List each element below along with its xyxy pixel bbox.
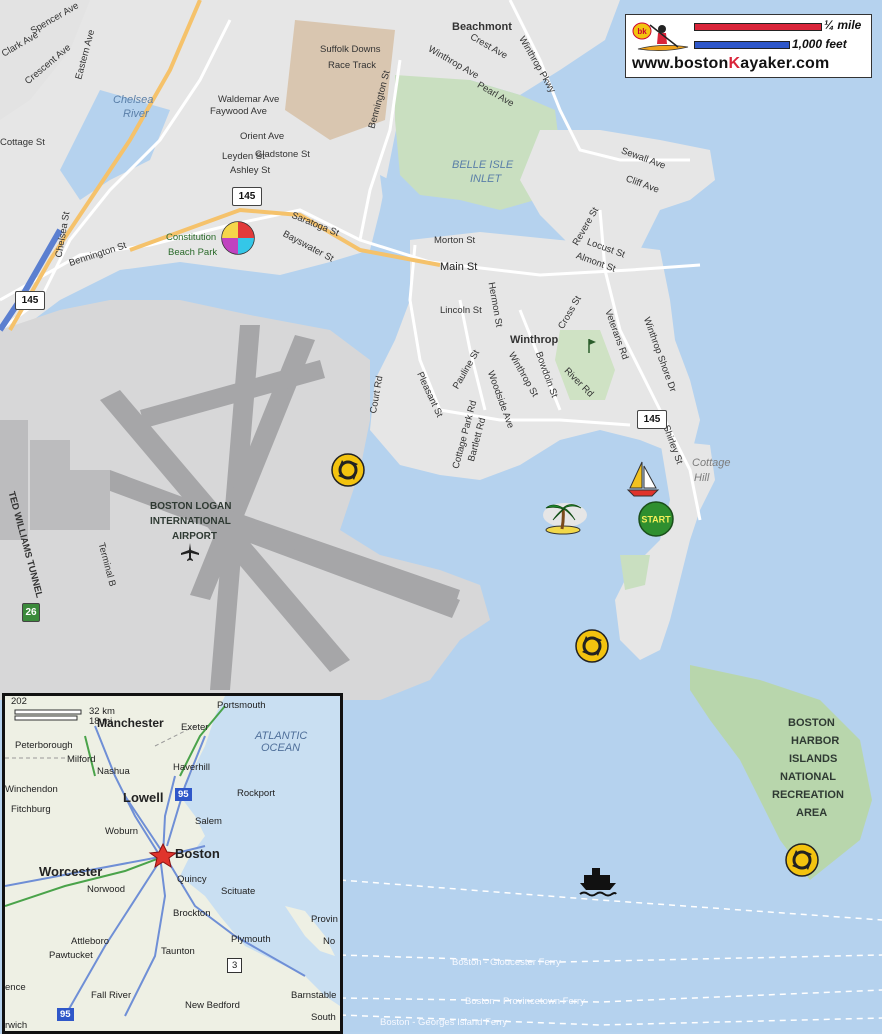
url-prefix: www.boston	[632, 55, 729, 72]
inset-route-3: 3	[227, 958, 243, 973]
inset-haverhill: Haverhill	[173, 762, 210, 773]
url-suffix: ayaker.com	[740, 55, 830, 72]
inset-atlantic: ATLANTIC	[255, 730, 308, 742]
route-145-shield: 145	[637, 410, 667, 429]
roundabout-icon[interactable]	[330, 452, 366, 488]
inset-portsmouth: Portsmouth	[217, 700, 266, 711]
street-waldemar: Waldemar Ave	[218, 94, 280, 105]
water-inlet: INLET	[470, 173, 502, 185]
street-morton: Morton St	[434, 235, 476, 246]
inset-winchendon: Winchendon	[5, 784, 58, 795]
logo-badge: bk	[637, 27, 647, 36]
scale-bar-mile	[694, 23, 822, 31]
inset-plymouth: Plymouth	[231, 934, 271, 945]
bostonkayaker-logo[interactable]: bk ¼ mile 1,000 feet www.bostonKayaker.c…	[625, 14, 872, 78]
inset-provin: Provin	[311, 914, 338, 925]
logo-url[interactable]: www.bostonKayaker.com	[632, 55, 829, 73]
water-chelsea: Chelsea	[113, 94, 154, 106]
inset-salem: Salem	[195, 816, 222, 827]
water-belle-isle: BELLE ISLE	[452, 159, 514, 171]
golf-flag-icon	[588, 339, 596, 353]
inset-route-95b: 95	[57, 1008, 74, 1021]
inset-manchester: Manchester	[97, 716, 164, 730]
inset-ence: ence	[5, 982, 26, 993]
street-ashley: Ashley St	[230, 165, 271, 176]
url-k: K	[728, 55, 741, 72]
start-marker[interactable]: START	[637, 500, 675, 538]
park-label-2: HARBOR	[791, 735, 840, 747]
roundabout-icon[interactable]	[574, 628, 610, 664]
place-constitution: Constitution	[166, 232, 217, 243]
inset-nashua: Nashua	[97, 766, 130, 777]
inset-peterborough: Peterborough	[15, 740, 73, 751]
inset-route-202: 202	[11, 696, 27, 707]
inset-quincy: Quincy	[177, 874, 207, 885]
inset-pawtucket: Pawtucket	[49, 950, 93, 961]
street-faywood: Faywood Ave	[210, 106, 267, 117]
inset-worcester: Worcester	[39, 864, 103, 879]
kayaker-icon: bk	[632, 22, 689, 51]
park-label-1: BOSTON	[788, 717, 835, 729]
place-suffolk-downs: Suffolk Downs	[320, 44, 381, 55]
place-cottage: Cottage	[692, 457, 731, 469]
inset-fitchburg: Fitchburg	[11, 804, 51, 815]
place-hill: Hill	[694, 472, 710, 484]
inset-taunton: Taunton	[161, 946, 195, 957]
inset-locator-map[interactable]: 32 km 18 mi 202 Portsmouth Manchester Ex…	[2, 693, 343, 1034]
beach-ball-icon[interactable]	[220, 220, 256, 256]
inset-rwich: rwich	[5, 1020, 28, 1031]
inset-ocean: OCEAN	[261, 742, 301, 754]
place-winthrop: Winthrop	[510, 334, 559, 346]
street-main: Main St	[440, 261, 478, 273]
inset-fall-river: Fall River	[91, 990, 132, 1001]
water-river: River	[123, 108, 149, 120]
inset-brockton: Brockton	[173, 908, 211, 919]
sailboat-icon[interactable]	[626, 460, 660, 498]
park-label-5: RECREATION	[772, 789, 844, 801]
inset-scituate: Scituate	[221, 886, 256, 897]
airport-label-1: BOSTON LOGAN	[150, 501, 232, 512]
inset-norwood: Norwood	[87, 884, 126, 895]
inset-no: No	[323, 936, 336, 947]
inset-south: South	[311, 1012, 336, 1023]
ferry-label-georges: Boston - Georges Island Ferry	[380, 1017, 508, 1028]
route-145-shield: 145	[232, 187, 262, 206]
inset-route-95a: 95	[175, 788, 192, 801]
scale-mile-label: ¼ mile	[824, 18, 862, 32]
route-145-shield: 145	[15, 291, 45, 310]
route-26-shield: 26	[22, 603, 40, 622]
airport-label-2: INTERNATIONAL	[150, 516, 231, 527]
palm-island-icon[interactable]	[543, 496, 583, 536]
inset-boston: Boston	[175, 846, 220, 861]
street-orient: Orient Ave	[240, 131, 285, 142]
inset-attleboro: Attleboro	[71, 936, 110, 947]
ferry-label-gloucester: Boston - Gloucester Ferry	[452, 957, 561, 968]
park-label-3: ISLANDS	[789, 753, 838, 765]
scale-bar-feet	[694, 41, 790, 49]
inset-woburn: Woburn	[105, 826, 139, 837]
street-lincoln: Lincoln St	[440, 305, 482, 316]
park-label-6: AREA	[796, 807, 828, 819]
street-cottage: Cottage St	[0, 137, 45, 148]
start-label: START	[641, 515, 671, 525]
ferry-label-provincetown: Boston - Provincetown Ferry	[465, 996, 585, 1007]
scale-feet-label: 1,000 feet	[792, 37, 847, 51]
inset-milford: Milford	[67, 754, 96, 765]
inset-rockport: Rockport	[237, 788, 276, 799]
ferry-icon[interactable]	[578, 866, 618, 898]
inset-barnstable: Barnstable	[291, 990, 337, 1001]
place-beachmont: Beachmont	[452, 21, 512, 33]
roundabout-icon[interactable]	[784, 842, 820, 878]
inset-lowell: Lowell	[123, 790, 164, 805]
park-label-4: NATIONAL	[780, 771, 837, 783]
place-race-track: Race Track	[328, 60, 377, 71]
street-leyden: Leyden St	[222, 151, 265, 162]
inset-exeter: Exeter	[181, 722, 209, 733]
airplane-icon	[181, 543, 199, 561]
place-beach-park: Beach Park	[168, 247, 218, 258]
inset-new-bedford: New Bedford	[185, 1000, 240, 1011]
